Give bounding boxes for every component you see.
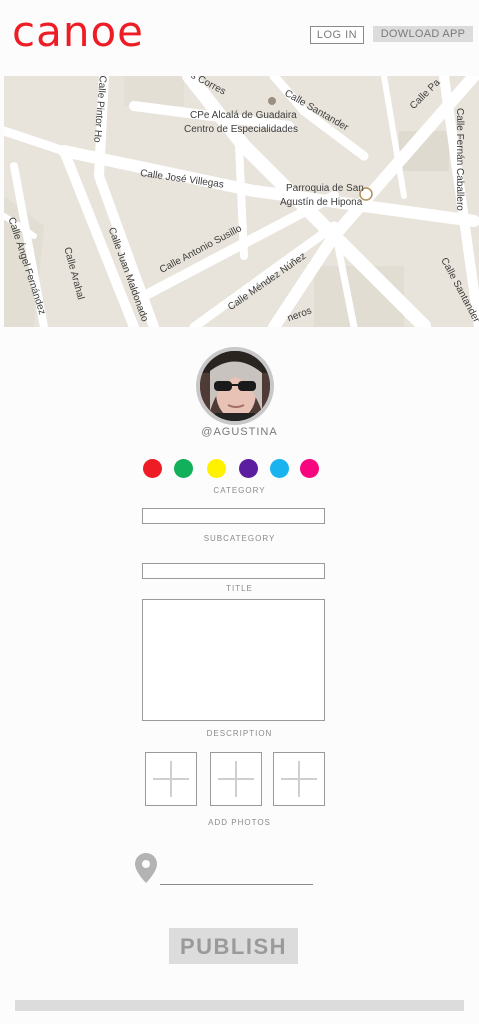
avatar[interactable] bbox=[196, 347, 274, 425]
subcategory-input[interactable] bbox=[142, 508, 325, 524]
location-pin-icon bbox=[135, 853, 157, 888]
map-label: Agustín de Hipona bbox=[280, 197, 363, 208]
location-map[interactable]: s Corres Calle Santander Calle Pa Calle … bbox=[4, 76, 479, 327]
avatar-photo bbox=[200, 351, 270, 421]
category-blue-dot[interactable] bbox=[270, 459, 289, 478]
add-photo-slot-3[interactable] bbox=[273, 752, 325, 806]
footer-bar bbox=[15, 1000, 464, 1011]
add-photos-label: ADD PHOTOS bbox=[208, 818, 271, 827]
title-label: TITLE bbox=[226, 584, 253, 593]
description-textarea[interactable] bbox=[142, 599, 325, 721]
title-input[interactable] bbox=[142, 563, 325, 579]
map-label: CPe Alcalá de Guadaira bbox=[190, 110, 297, 121]
map-label: Centro de Especialidades bbox=[184, 124, 298, 135]
category-purple-dot[interactable] bbox=[239, 459, 258, 478]
download-app-button[interactable]: DOWLOAD APP bbox=[373, 26, 473, 42]
subcategory-label: SUBCATEGORY bbox=[203, 534, 276, 543]
category-green-dot[interactable] bbox=[174, 459, 193, 478]
map-label: Calle Fernán Caballero bbox=[454, 108, 465, 211]
add-photo-slot-1[interactable] bbox=[145, 752, 197, 806]
location-input[interactable] bbox=[160, 884, 313, 885]
canoe-logo[interactable]: canoe bbox=[12, 6, 144, 58]
log-in-button[interactable]: LOG IN bbox=[310, 26, 364, 44]
category-red-dot[interactable] bbox=[143, 459, 162, 478]
category-yellow-dot[interactable] bbox=[207, 459, 226, 478]
username: @AGUSTINA bbox=[201, 426, 278, 438]
publish-button[interactable]: PUBLISH bbox=[169, 928, 298, 964]
add-photo-slot-2[interactable] bbox=[210, 752, 262, 806]
map-label: Parroquia de San bbox=[286, 183, 364, 194]
description-label: DESCRIPTION bbox=[206, 729, 273, 738]
category-pink-dot[interactable] bbox=[300, 459, 319, 478]
category-label: CATEGORY bbox=[213, 486, 266, 495]
